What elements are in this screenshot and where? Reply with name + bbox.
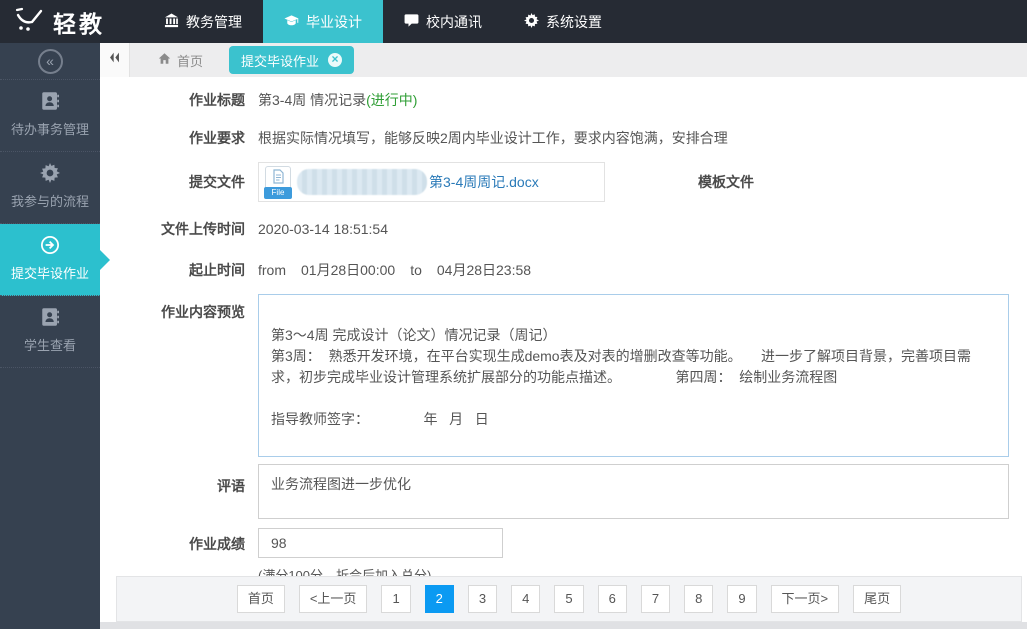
file-icon: File	[265, 166, 291, 199]
file-box: File 第3-4周周记.docx	[258, 162, 605, 202]
sidebar-collapse-button[interactable]: «	[38, 49, 63, 74]
tab-bar: 首页 提交毕设作业 ×	[100, 43, 1027, 77]
main-area: 首页 提交毕设作业 × 作业标题 第3-4周 情况记录(进行中) 作业要求 根据…	[100, 43, 1027, 629]
field-label: 评语	[100, 464, 245, 496]
redacted-file-path	[297, 169, 427, 195]
sidebar-item-todo-management[interactable]: 待办事务管理	[0, 80, 100, 152]
pagination-page-6[interactable]: 6	[598, 585, 627, 613]
row-score: 作业成绩 98 (满分100分，折合后加入总分)	[100, 528, 1027, 576]
sidebar-collapse-row: «	[0, 43, 100, 80]
file-badge: File	[264, 187, 292, 199]
sidebar-item-label: 我参与的流程	[11, 194, 89, 209]
pagination-last-button[interactable]: 尾页	[853, 585, 901, 613]
pagination-page-4[interactable]: 4	[511, 585, 540, 613]
pagination-prev-button[interactable]: <上一页	[299, 585, 368, 613]
comment-textarea[interactable]: 业务流程图进一步优化	[258, 464, 1009, 519]
nav-item-label: 毕业设计	[306, 12, 362, 32]
contact-card-icon	[0, 307, 100, 328]
row-duration: 起止时间 from 01月28日00:00 to 04月28日23:58	[100, 260, 1027, 280]
score-cell: 98 (满分100分，折合后加入总分)	[258, 528, 503, 576]
template-file-label: 模板文件	[698, 162, 754, 202]
row-homework-requirement: 作业要求 根据实际情况填写，能够反映2周内毕业设计工作，要求内容饱满，安排合理	[100, 128, 1027, 148]
home-icon	[158, 52, 171, 68]
double-chevron-left-icon	[108, 51, 121, 69]
nav-item-label: 教务管理	[186, 12, 242, 32]
bank-icon	[164, 13, 179, 31]
homework-title-value: 第3-4周 情况记录(进行中)	[258, 90, 417, 110]
score-input[interactable]: 98	[258, 528, 503, 558]
field-label: 文件上传时间	[100, 219, 245, 239]
pagination-page-7[interactable]: 7	[641, 585, 670, 613]
pagination-page-8[interactable]: 8	[684, 585, 713, 613]
pagination-next-button[interactable]: 下一页>	[771, 585, 840, 613]
field-label: 作业成绩	[100, 528, 245, 554]
homework-requirement-value: 根据实际情况填写，能够反映2周内毕业设计工作，要求内容饱满，安排合理	[258, 128, 728, 148]
duration-to-word: to	[410, 262, 422, 278]
row-upload-time: 文件上传时间 2020-03-14 18:51:54	[100, 219, 1027, 239]
nav-item-system-settings[interactable]: 系统设置	[503, 0, 623, 43]
pagination-page-3[interactable]: 3	[468, 585, 497, 613]
tab-submit-homework[interactable]: 提交毕设作业 ×	[229, 46, 354, 74]
pagination-page-5[interactable]: 5	[554, 585, 583, 613]
field-label: 作业标题	[100, 90, 245, 110]
close-icon[interactable]: ×	[328, 53, 342, 67]
arrow-right-circle-icon	[0, 235, 100, 256]
sidebar-item-label: 提交毕设作业	[11, 266, 89, 281]
duration-value: from 01月28日00:00 to 04月28日23:58	[258, 260, 546, 280]
pagination-page-9[interactable]: 9	[727, 585, 756, 613]
tab-home[interactable]: 首页	[142, 43, 219, 77]
row-content-preview: 作业内容预览 第3～4周 完成设计（论文）情况记录（周记） 第3周： 熟悉开发环…	[100, 294, 1027, 457]
nav-item-graduation-design[interactable]: 毕业设计	[263, 0, 383, 43]
speech-bubble-icon	[404, 13, 419, 31]
app-logo[interactable]: 轻教	[0, 0, 121, 43]
file-link[interactable]: 第3-4周周记.docx	[429, 172, 539, 192]
duration-from-value: 01月28日00:00	[301, 262, 395, 278]
nav-item-label: 系统设置	[546, 12, 602, 32]
field-label: 作业内容预览	[100, 294, 245, 322]
tab-home-label: 首页	[177, 51, 203, 70]
field-label: 起止时间	[100, 260, 245, 280]
gear-icon	[524, 13, 539, 31]
field-label: 提交文件	[100, 162, 245, 202]
row-comment: 评语 业务流程图进一步优化	[100, 464, 1027, 519]
bottom-strip	[100, 622, 1027, 629]
sidebar-item-submit-homework[interactable]: 提交毕设作业	[0, 224, 100, 296]
sidebar-item-label: 学生查看	[24, 338, 76, 353]
gear-icon	[0, 163, 100, 184]
tabs-collapse-button[interactable]	[100, 43, 130, 77]
pagination-first-button[interactable]: 首页	[237, 585, 285, 613]
pagination-bar: 首页 <上一页 1 2 3 4 5 6 7 8 9 下一页> 尾页	[116, 576, 1022, 622]
row-submitted-file: 提交文件 File 第3-4周周记.docx 模板文件	[100, 162, 1027, 202]
pagination-page-1[interactable]: 1	[381, 585, 410, 613]
upload-time-value: 2020-03-14 18:51:54	[258, 219, 388, 239]
duration-from-word: from	[258, 262, 286, 278]
field-label: 作业要求	[100, 128, 245, 148]
sidebar: « 待办事务管理 我参与的流程 提交毕设作业	[0, 43, 100, 629]
nav-item-label: 校内通讯	[426, 12, 482, 32]
logo-text: 轻教	[53, 5, 105, 39]
app-window: 轻教 教务管理 毕业设计 校内通讯	[0, 0, 1027, 629]
sidebar-item-my-processes[interactable]: 我参与的流程	[0, 152, 100, 224]
nav-menu: 教务管理 毕业设计 校内通讯 系统设置	[143, 0, 623, 43]
duration-to-value: 04月28日23:58	[437, 262, 531, 278]
sidebar-item-student-view[interactable]: 学生查看	[0, 296, 100, 368]
contact-card-icon	[0, 91, 100, 112]
graduation-cap-icon	[284, 13, 299, 31]
nav-item-campus-messages[interactable]: 校内通讯	[383, 0, 503, 43]
submitted-file-cell: File 第3-4周周记.docx 模板文件	[258, 162, 754, 202]
content-preview-textarea[interactable]: 第3～4周 完成设计（论文）情况记录（周记） 第3周： 熟悉开发环境，在平台实现…	[258, 294, 1009, 457]
score-note: (满分100分，折合后加入总分)	[258, 566, 503, 576]
nav-item-academic[interactable]: 教务管理	[143, 0, 263, 43]
row-homework-title: 作业标题 第3-4周 情况记录(进行中)	[100, 90, 1027, 110]
title-text: 第3-4周 情况记录	[258, 92, 366, 108]
logo-icon	[14, 6, 44, 37]
pagination-page-2-active[interactable]: 2	[425, 585, 454, 613]
status-badge: (进行中)	[366, 92, 417, 108]
form-content: 作业标题 第3-4周 情况记录(进行中) 作业要求 根据实际情况填写，能够反映2…	[100, 77, 1027, 576]
top-navbar: 轻教 教务管理 毕业设计 校内通讯	[0, 0, 1027, 43]
tab-label: 提交毕设作业	[241, 51, 319, 70]
sidebar-item-label: 待办事务管理	[11, 122, 89, 137]
